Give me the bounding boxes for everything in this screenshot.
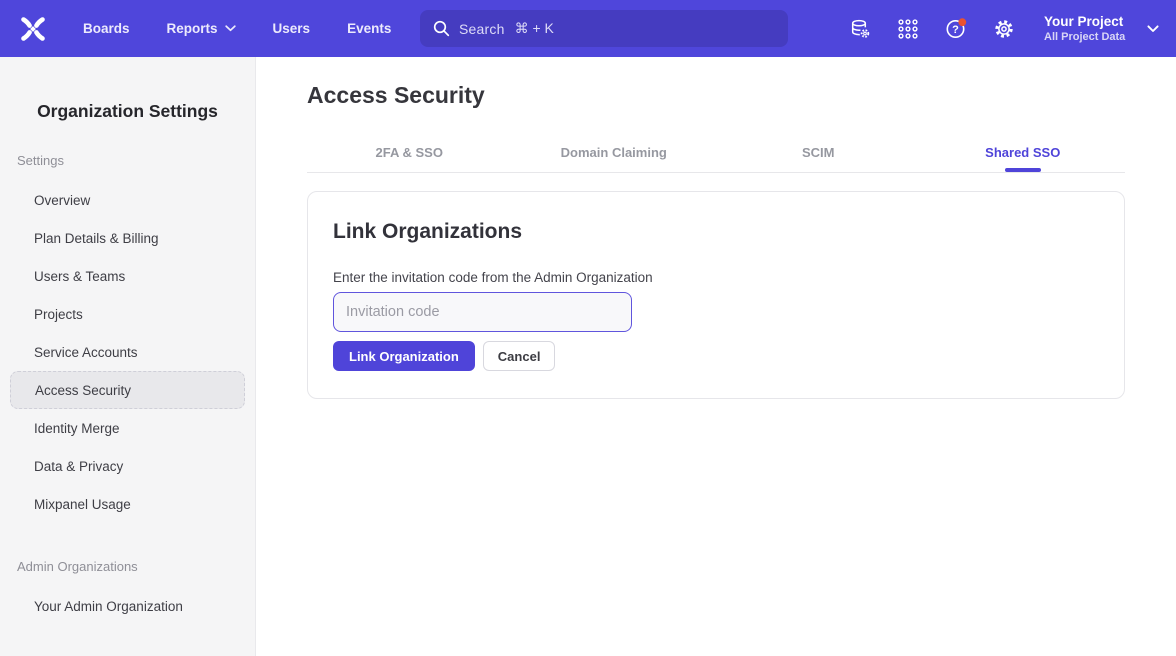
link-organizations-card: Link Organizations Enter the invitation …	[307, 191, 1125, 399]
card-title: Link Organizations	[333, 220, 1099, 244]
search-icon	[433, 20, 450, 37]
cancel-button[interactable]: Cancel	[483, 341, 556, 371]
notification-dot	[958, 18, 966, 26]
tab-bar: 2FA & SSO Domain Claiming SCIM Shared SS…	[307, 133, 1125, 173]
sidebar-item-label: Identity Merge	[34, 421, 120, 436]
project-selector[interactable]: Your Project All Project Data	[1044, 0, 1159, 57]
tab-label: SCIM	[802, 145, 835, 160]
sidebar-item-service-accounts[interactable]: Service Accounts	[0, 333, 255, 371]
sidebar-section-admin-organizations: Admin Organizations	[17, 559, 255, 578]
sidebar-item-your-admin-organization[interactable]: Your Admin Organization	[0, 587, 255, 625]
sidebar-item-mixpanel-usage[interactable]: Mixpanel Usage	[0, 485, 255, 523]
invitation-code-label: Enter the invitation code from the Admin…	[333, 270, 1099, 285]
search-shortcut: ⌘ + K	[515, 20, 554, 37]
nav-reports[interactable]: Reports	[167, 21, 236, 36]
top-nav: Boards Reports Users Events	[83, 21, 391, 36]
sidebar-item-plan-details-billing[interactable]: Plan Details & Billing	[0, 219, 255, 257]
help-icon[interactable]: ?	[945, 18, 967, 40]
sidebar-item-users-teams[interactable]: Users & Teams	[0, 257, 255, 295]
nav-events-label: Events	[347, 21, 391, 36]
tab-label: 2FA & SSO	[376, 145, 443, 160]
sidebar-item-label: Overview	[34, 193, 90, 208]
project-subtitle: All Project Data	[1044, 30, 1125, 44]
nav-boards-label: Boards	[83, 21, 130, 36]
chevron-down-icon	[225, 25, 236, 32]
tab-2fa-sso[interactable]: 2FA & SSO	[307, 133, 512, 172]
sidebar-title: Organization Settings	[0, 101, 255, 122]
tab-domain-claiming[interactable]: Domain Claiming	[512, 133, 717, 172]
nav-events[interactable]: Events	[347, 21, 391, 36]
top-bar-icons: ?	[849, 0, 1015, 57]
nav-users[interactable]: Users	[273, 21, 311, 36]
sidebar-admin-list: Your Admin Organization	[0, 587, 255, 625]
apps-grid-icon[interactable]	[897, 18, 919, 40]
sidebar-item-identity-merge[interactable]: Identity Merge	[0, 409, 255, 447]
sidebar-item-label: Projects	[34, 307, 83, 322]
settings-gear-icon[interactable]	[993, 18, 1015, 40]
tab-scim[interactable]: SCIM	[716, 133, 921, 172]
tab-label: Shared SSO	[985, 145, 1060, 160]
sidebar-item-overview[interactable]: Overview	[0, 181, 255, 219]
link-organization-button[interactable]: Link Organization	[333, 341, 475, 371]
sidebar-item-label: Plan Details & Billing	[34, 231, 159, 246]
nav-users-label: Users	[273, 21, 311, 36]
svg-text:?: ?	[952, 24, 959, 36]
sidebar-section-settings: Settings	[17, 153, 255, 172]
sidebar-item-access-security[interactable]: Access Security	[10, 371, 245, 409]
project-name: Your Project	[1044, 13, 1125, 30]
sidebar: Organization Settings Settings Overview …	[0, 57, 256, 656]
sidebar-item-label: Users & Teams	[34, 269, 125, 284]
search-placeholder: Search	[459, 21, 505, 37]
nav-boards[interactable]: Boards	[83, 21, 130, 36]
search-input[interactable]: Search ⌘ + K	[420, 10, 788, 47]
tab-active-indicator	[1005, 168, 1041, 172]
page-title: Access Security	[307, 82, 1125, 109]
invitation-code-input[interactable]	[333, 292, 632, 332]
sidebar-item-projects[interactable]: Projects	[0, 295, 255, 333]
tab-label: Domain Claiming	[561, 145, 667, 160]
tab-shared-sso[interactable]: Shared SSO	[921, 133, 1126, 172]
sidebar-item-label: Data & Privacy	[34, 459, 123, 474]
sidebar-settings-list: Overview Plan Details & Billing Users & …	[0, 181, 255, 523]
sidebar-item-label: Service Accounts	[34, 345, 138, 360]
data-management-icon[interactable]	[849, 18, 871, 40]
sidebar-item-label: Access Security	[35, 383, 131, 398]
chevron-down-icon	[1147, 25, 1159, 33]
sidebar-item-label: Your Admin Organization	[34, 599, 183, 614]
sidebar-item-data-privacy[interactable]: Data & Privacy	[0, 447, 255, 485]
mixpanel-logo-icon[interactable]	[18, 14, 48, 44]
sidebar-item-label: Mixpanel Usage	[34, 497, 131, 512]
main-content: Access Security 2FA & SSO Domain Claimin…	[256, 57, 1176, 656]
nav-reports-label: Reports	[167, 21, 218, 36]
top-bar: Boards Reports Users Events Search ⌘ + K	[0, 0, 1176, 57]
card-actions: Link Organization Cancel	[333, 341, 1099, 371]
